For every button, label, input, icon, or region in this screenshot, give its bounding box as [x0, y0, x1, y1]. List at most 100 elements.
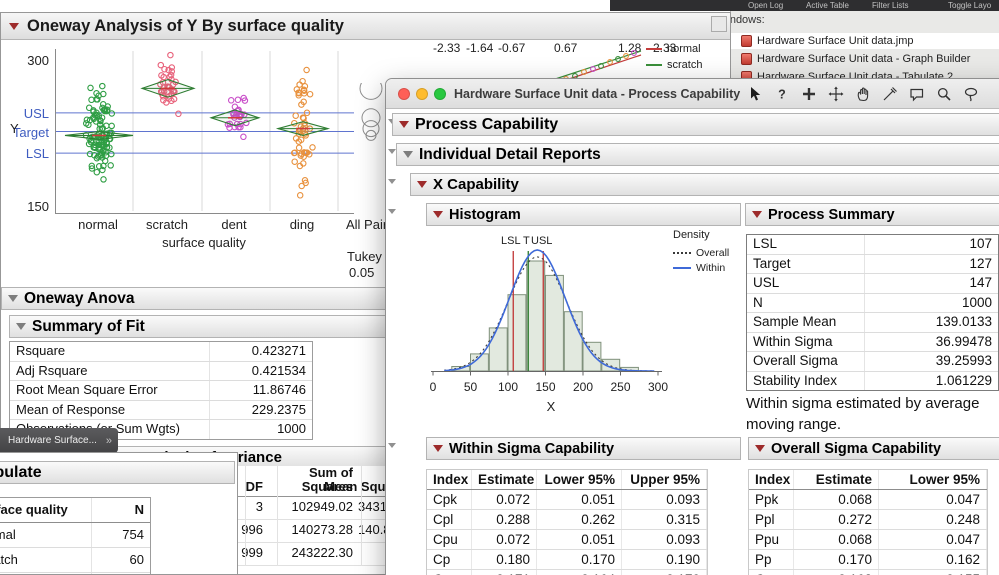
oneway-report-header[interactable]: Oneway Analysis of Y By surface quality — [1, 13, 730, 40]
grabber-tool-icon[interactable] — [854, 85, 871, 102]
legend-item: scratch — [646, 57, 732, 73]
lasso-tool-icon[interactable] — [962, 85, 979, 102]
histogram-bar[interactable] — [546, 275, 564, 371]
table-row: normal754 — [0, 523, 150, 548]
brush-tool-icon[interactable] — [800, 85, 817, 102]
table-cell: 0.047 — [879, 530, 987, 549]
red-triangle-icon[interactable] — [755, 445, 765, 452]
menu-item[interactable]: Active Table — [806, 1, 849, 10]
table-row: Cpm0.1620.155 — [749, 570, 987, 575]
table-cell: Stability Index — [747, 372, 865, 391]
window-list-item[interactable]: Hardware Surface Unit data - Graph Build… — [731, 51, 999, 67]
toolbar: ? — [746, 85, 979, 102]
menu-item[interactable]: Toggle Layo — [948, 1, 991, 10]
disclosure-icon[interactable] — [16, 323, 26, 330]
tabulate-header[interactable]: Tabulate — [0, 461, 235, 484]
collapsed-window-tab[interactable]: Hardware Surface... » — [0, 428, 118, 453]
table-cell: Ppk — [749, 490, 794, 509]
table-cell: Cpu — [427, 530, 472, 549]
table-row: scratch60 — [0, 548, 150, 573]
table-cell: 0.262 — [537, 510, 622, 529]
red-triangle-icon[interactable] — [399, 121, 409, 128]
table-cell: 36.99478 — [865, 333, 998, 352]
histogram-bar[interactable] — [527, 261, 545, 371]
histogram-x-label: X — [426, 399, 676, 414]
comparison-circle[interactable] — [363, 121, 379, 137]
table-cell: 0.248 — [879, 510, 987, 529]
svg-text:?: ? — [778, 87, 786, 101]
table-cell: Sample Mean — [747, 313, 865, 332]
x-capability-header[interactable]: X Capability — [410, 173, 999, 196]
y-axis-name: Y — [10, 121, 19, 136]
process-summary-table: LSL107Target127USL147N1000Sample Mean139… — [746, 234, 999, 391]
table-cell: 0.171 — [472, 570, 537, 575]
disclosure-icon[interactable] — [403, 151, 413, 158]
help-tool-icon[interactable]: ? — [773, 85, 790, 102]
window-list-item[interactable]: Hardware Surface Unit data.jmp — [731, 33, 999, 49]
table-cell: normal — [0, 523, 92, 547]
histogram-bar[interactable] — [508, 295, 526, 371]
outline-connector-icon — [388, 149, 396, 154]
red-triangle-icon[interactable] — [9, 23, 19, 30]
table-cell: 0.072 — [472, 490, 537, 509]
table-row: Adj Rsquare0.421534 — [10, 362, 312, 382]
table-cell: 0.051 — [537, 490, 622, 509]
table-row: Pp0.1700.162 — [749, 550, 987, 570]
table-cell: Cpl — [427, 510, 472, 529]
table-cell: N — [747, 294, 865, 313]
within-sigma-capability-header[interactable]: Within Sigma Capability — [426, 437, 741, 460]
table-cell: scratch — [0, 548, 92, 572]
table-row: LSL107 — [747, 235, 998, 255]
table-row: Stability Index1.061229 — [747, 372, 998, 391]
red-triangle-icon[interactable] — [417, 181, 427, 188]
table-cell: 1.061229 — [865, 372, 998, 391]
table-cell: 0.155 — [879, 570, 987, 575]
table-cell: 0.051 — [537, 530, 622, 549]
red-triangle-icon[interactable] — [433, 211, 443, 218]
zoom-button[interactable] — [434, 88, 446, 100]
window-titlebar[interactable]: Hardware Surface Unit data - Process Cap… — [386, 79, 999, 109]
comparison-circle[interactable] — [360, 83, 382, 99]
table-row: Cpl0.2880.2620.315 — [427, 510, 707, 530]
red-triangle-icon[interactable] — [752, 211, 762, 218]
table-row: Overall Sigma39.25993 — [747, 352, 998, 372]
table-cell: Target — [747, 255, 865, 274]
chevron-right-icon: » — [106, 435, 112, 447]
red-triangle-icon[interactable] — [433, 445, 443, 452]
column-separator — [277, 466, 278, 566]
close-button[interactable] — [398, 88, 410, 100]
cursor-tool-icon[interactable] — [746, 85, 763, 102]
histogram-header[interactable]: Histogram — [426, 203, 741, 226]
table-cell: Index — [427, 470, 472, 489]
x-tick-label: 0 — [418, 380, 448, 394]
table-row: Cpk0.0720.0510.093 — [427, 490, 707, 510]
histogram-bar[interactable] — [583, 342, 601, 371]
disclosure-icon[interactable] — [8, 295, 18, 302]
table-cell: 0.170 — [537, 550, 622, 569]
move-tool-icon[interactable] — [827, 85, 844, 102]
table-cell: 0.170 — [794, 550, 879, 569]
table-cell: 0.164 — [537, 570, 622, 575]
x-tick-label: 100 — [493, 380, 523, 394]
lsl-axis-label: LSL — [9, 146, 49, 161]
syringe-tool-icon[interactable] — [881, 85, 898, 102]
table-cell: Cpm — [749, 570, 794, 575]
individual-detail-reports-header[interactable]: Individual Detail Reports — [396, 143, 999, 166]
process-capability-header[interactable]: Process Capability — [392, 113, 999, 136]
table-row: Ppl0.2720.248 — [749, 510, 987, 530]
overall-sigma-capability-header[interactable]: Overall Sigma Capability — [748, 437, 999, 460]
menu-item[interactable]: Open Log — [748, 1, 783, 10]
menu-item[interactable]: Filter Lists — [872, 1, 908, 10]
process-summary-header[interactable]: Process Summary — [745, 203, 999, 226]
scroll-box[interactable] — [711, 16, 727, 32]
histogram-tick-labels: 050100150200250300 — [386, 380, 746, 394]
table-cell: Overall Sigma — [747, 352, 865, 371]
annotate-tool-icon[interactable] — [908, 85, 925, 102]
comparison-circles[interactable] — [354, 83, 386, 193]
minimize-button[interactable] — [416, 88, 428, 100]
legend-line-swatch — [646, 64, 662, 66]
lsl-line-label: LSL — [501, 235, 525, 247]
table-cell: 147 — [865, 274, 998, 293]
zoom-tool-icon[interactable] — [935, 85, 952, 102]
histogram-bar[interactable] — [489, 328, 507, 371]
